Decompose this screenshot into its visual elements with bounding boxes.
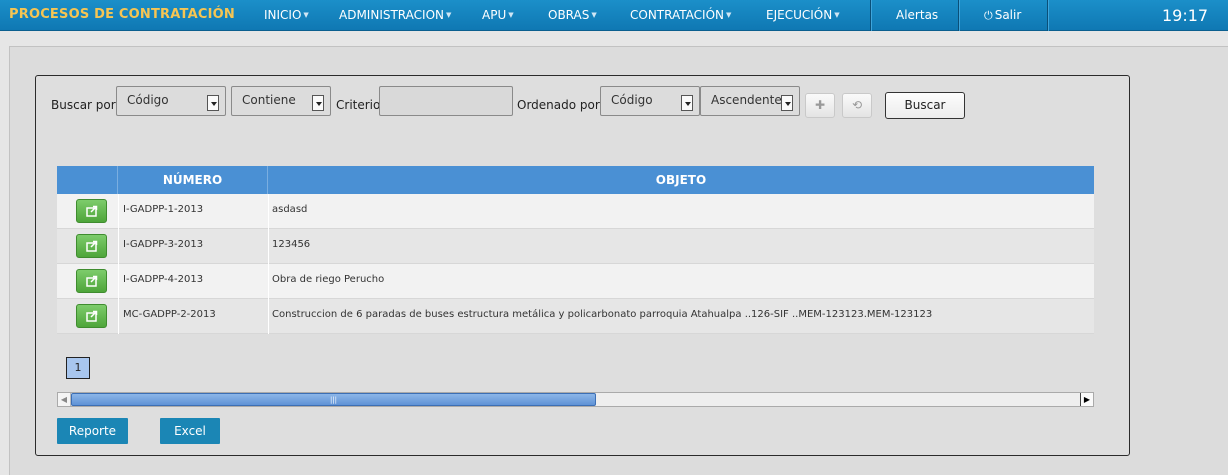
order-direction-value: Ascendente (711, 93, 782, 107)
chevron-down-icon: ▼ (446, 11, 452, 19)
menu-inicio-label: INICIO (264, 8, 302, 22)
excel-button[interactable]: Excel (160, 418, 220, 444)
chevron-down-icon: ▼ (834, 11, 840, 19)
scrollbar-thumb[interactable]: ||| (71, 393, 596, 406)
power-icon: ⏻ (984, 9, 993, 22)
column-divider (118, 264, 119, 299)
dropdown-arrow-icon (312, 95, 324, 111)
open-button[interactable] (76, 304, 107, 328)
cell-objeto: asdasd (272, 204, 308, 215)
menu-inicio[interactable]: INICIO ▼ (264, 8, 309, 22)
operator-value: Contiene (242, 93, 296, 107)
table-header: NÚMERO OBJETO (57, 166, 1094, 194)
chevron-down-icon: ▼ (303, 11, 309, 19)
dropdown-arrow-icon (207, 95, 219, 111)
open-button[interactable] (76, 269, 107, 293)
logout-label: Salir (994, 8, 1022, 22)
share-icon (86, 310, 98, 322)
cell-numero: I-GADPP-1-2013 (123, 204, 204, 215)
criteria-label: Criterio: (336, 98, 385, 112)
menu-contratacion[interactable]: CONTRATACIÓN ▼ (630, 8, 731, 22)
table-row: MC-GADPP-2-2013 Construccion de 6 parada… (57, 299, 1094, 334)
column-divider (268, 194, 269, 229)
share-icon (86, 275, 98, 287)
navbar-divider (870, 0, 871, 31)
column-divider (268, 299, 269, 334)
plus-icon: ✚ (814, 98, 826, 112)
cell-objeto: Obra de riego Perucho (272, 274, 385, 285)
header-objeto[interactable]: OBJETO (268, 166, 1094, 194)
navbar-divider (1047, 0, 1048, 31)
column-divider (268, 229, 269, 264)
share-icon (86, 240, 98, 252)
cell-objeto: Construccion de 6 paradas de buses estru… (272, 309, 933, 320)
add-filter-button[interactable]: ✚ (805, 93, 835, 118)
grip-icon: ||| (329, 396, 338, 404)
menu-obras-label: OBRAS (548, 8, 590, 22)
scroll-left-arrow-icon[interactable]: ◀ (58, 393, 71, 406)
chevron-down-icon: ▼ (591, 11, 597, 19)
logout-link[interactable]: ⏻ Salir (984, 8, 1021, 23)
operator-select[interactable]: Contiene (231, 86, 331, 116)
menu-apu[interactable]: APU ▼ (482, 8, 514, 22)
column-divider (118, 194, 119, 229)
app-title: PROCESOS DE CONTRATACIÓN (9, 7, 235, 22)
share-icon (86, 205, 98, 217)
search-button[interactable]: Buscar (885, 92, 965, 119)
table-row: I-GADPP-4-2013 Obra de riego Perucho (57, 264, 1094, 299)
table-row: I-GADPP-1-2013 asdasd (57, 194, 1094, 229)
cell-numero: I-GADPP-4-2013 (123, 274, 204, 285)
reset-button[interactable]: ⟲ (842, 93, 872, 118)
menu-contratacion-label: CONTRATACIÓN (630, 8, 724, 22)
column-divider (118, 229, 119, 264)
cell-numero: MC-GADPP-2-2013 (123, 309, 216, 320)
dropdown-arrow-icon (681, 95, 693, 111)
search-field-value: Código (127, 93, 169, 107)
pagination-page-button[interactable]: 1 (66, 357, 90, 379)
open-button[interactable] (76, 199, 107, 223)
navbar-divider (958, 0, 959, 31)
menu-ejecucion[interactable]: EJECUCIÓN ▼ (766, 8, 840, 22)
criteria-input[interactable] (379, 86, 513, 116)
order-field-select[interactable]: Código (600, 86, 700, 116)
top-navbar: PROCESOS DE CONTRATACIÓN INICIO ▼ ADMINIS… (0, 0, 1228, 31)
search-field-select[interactable]: Código (116, 86, 226, 116)
header-numero[interactable]: NÚMERO (118, 166, 268, 194)
horizontal-scrollbar[interactable]: ◀ ||| ▶ (57, 392, 1094, 407)
dropdown-arrow-icon (781, 95, 793, 111)
order-by-label: Ordenado por: (517, 98, 604, 112)
column-divider (268, 264, 269, 299)
menu-administracion-label: ADMINISTRACION (339, 8, 444, 22)
menu-obras[interactable]: OBRAS ▼ (548, 8, 597, 22)
cell-numero: I-GADPP-3-2013 (123, 239, 204, 250)
chevron-down-icon: ▼ (726, 11, 732, 19)
order-direction-select[interactable]: Ascendente (700, 86, 800, 116)
clock: 19:17 (1162, 6, 1209, 25)
report-button[interactable]: Reporte (57, 418, 128, 444)
table-row: I-GADPP-3-2013 123456 (57, 229, 1094, 264)
menu-administracion[interactable]: ADMINISTRACION ▼ (339, 8, 451, 22)
chevron-down-icon: ▼ (508, 11, 514, 19)
alerts-link[interactable]: Alertas (896, 8, 938, 22)
menu-apu-label: APU (482, 8, 507, 22)
header-actions (57, 166, 118, 194)
menu-ejecucion-label: EJECUCIÓN (766, 8, 833, 22)
open-button[interactable] (76, 234, 107, 258)
refresh-icon: ⟲ (851, 98, 863, 112)
scroll-right-arrow-icon[interactable]: ▶ (1080, 393, 1093, 406)
column-divider (118, 299, 119, 334)
search-by-label: Buscar por: (51, 98, 120, 112)
order-field-value: Código (611, 93, 653, 107)
cell-objeto: 123456 (272, 239, 311, 250)
